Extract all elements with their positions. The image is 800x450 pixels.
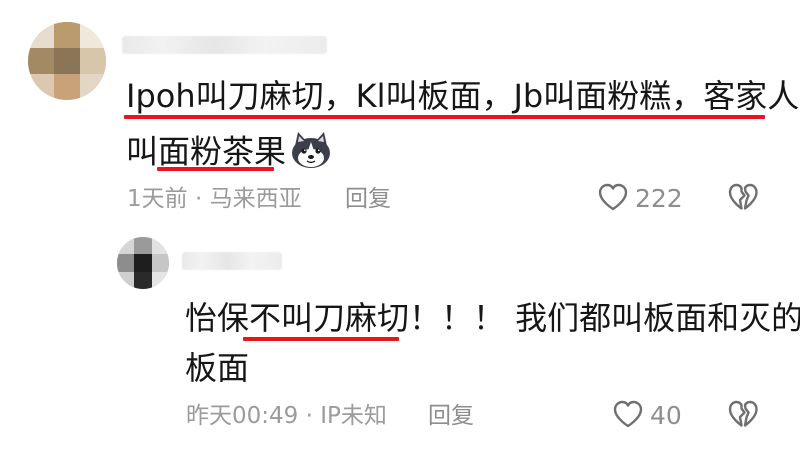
reply-button[interactable]: 回复 [345,185,391,213]
username[interactable] [182,252,282,270]
heart-outline-icon [597,182,629,216]
like-button[interactable]: 222 [597,182,683,216]
like-button[interactable]: 40 [612,399,682,433]
comment-text-line-2-text: 叫面粉茶果 [126,132,287,171]
like-count: 40 [650,401,682,430]
reply-button[interactable]: 回复 [428,402,474,430]
avatar[interactable] [28,22,106,100]
heart-outline-icon [612,399,644,433]
broken-heart-icon[interactable] [727,399,759,433]
comment-meta: 昨天00:49 · IP未知 [186,403,387,429]
like-count: 222 [635,184,683,213]
red-underline [124,115,765,119]
comment-text-line-2: 板面 [185,349,250,387]
red-underline [157,167,274,171]
red-underline [243,337,399,341]
comment-text-line-1: 怡保不叫刀麻切！！！ 我们都叫板面和灭的 [185,299,800,337]
avatar[interactable] [117,237,169,289]
husky-dog-emoji [288,130,334,177]
username[interactable] [122,36,327,54]
comment-text-line-1: Ipoh叫刀麻切，Kl叫板面，Jb叫面粉糕，客家人 [126,77,800,115]
broken-heart-icon[interactable] [727,182,759,216]
comment-meta: 1天前 · 马来西亚 [127,186,302,212]
